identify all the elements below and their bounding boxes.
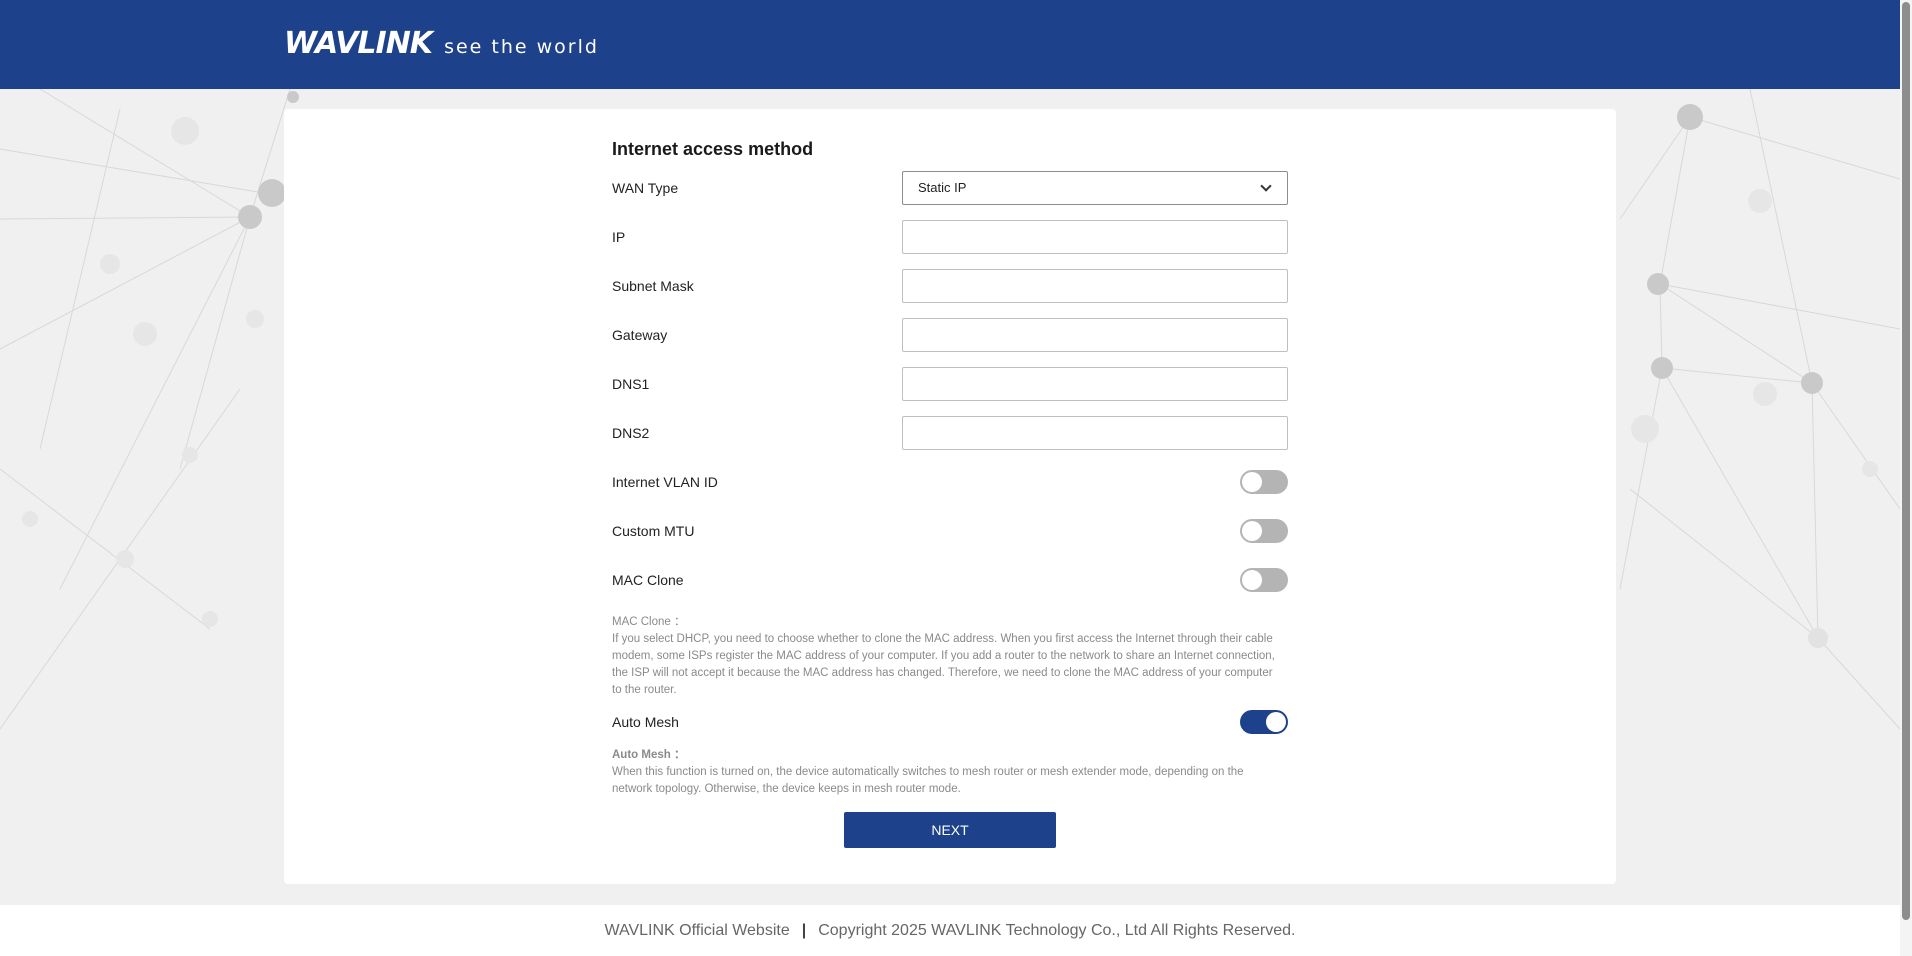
dns2-row: DNS2 [612,408,1288,457]
auto-mesh-note-title: Auto Mesh ： [612,749,686,761]
dns1-row: DNS1 [612,359,1288,408]
setup-card: Internet access method WAN Type Static I… [284,109,1616,884]
internet-vlan-row: Internet VLAN ID [612,457,1288,506]
auto-mesh-row: Auto Mesh [612,700,1288,744]
ip-label: IP [612,228,626,245]
mac-clone-note: MAC Clone ： If you select DHCP, you need… [612,604,1288,700]
page: WAVLINK see the world Internet access me… [0,0,1912,956]
logo-brand: WAVLINK [284,26,433,61]
wan-type-selected-value: Static IP [918,180,967,195]
wan-type-label: WAN Type [612,179,679,196]
ip-row: IP [612,212,1288,261]
wavlink-logo[interactable]: WAVLINK see the world [284,26,599,61]
gateway-label: Gateway [612,326,668,343]
mac-clone-row: MAC Clone [612,555,1288,604]
dns2-label: DNS2 [612,424,650,441]
toggle-knob [1242,569,1262,590]
dns1-label: DNS1 [612,375,650,392]
mac-clone-note-title: MAC Clone ： [612,616,686,628]
auto-mesh-label: Auto Mesh [612,714,679,730]
ip-input[interactable] [902,219,1288,254]
form-title: Internet access method [612,139,814,159]
next-button-wrap: NEXT [612,812,1288,848]
custom-mtu-label: Custom MTU [612,522,695,539]
dns2-input[interactable] [902,415,1288,450]
official-website-link[interactable]: WAVLINK Official Website [604,922,789,940]
top-header: WAVLINK see the world [0,0,1900,89]
mac-clone-note-text: If you select DHCP, you need to choose w… [612,633,1275,696]
chevron-down-icon [1260,179,1272,192]
mac-clone-label: MAC Clone [612,571,684,588]
wan-type-select[interactable]: Static IP [902,170,1288,205]
internet-vlan-toggle[interactable] [1240,469,1288,494]
gateway-input[interactable] [902,317,1288,352]
wan-type-row: WAN Type Static IP [612,163,1288,212]
toggle-knob [1242,520,1262,541]
subnet-mask-row: Subnet Mask [612,261,1288,310]
auto-mesh-note-text: When this function is turned on, the dev… [612,766,1244,795]
dns1-input[interactable] [902,366,1288,401]
footer-separator: | [801,921,807,939]
subnet-mask-input[interactable] [902,268,1288,303]
custom-mtu-row: Custom MTU [612,506,1288,555]
logo-tagline: see the world [444,36,599,58]
auto-mesh-note: Auto Mesh ： When this function is turned… [612,744,1288,804]
toggle-knob [1266,712,1286,732]
subnet-mask-label: Subnet Mask [612,277,694,294]
custom-mtu-toggle[interactable] [1240,518,1288,543]
toggle-knob [1242,471,1262,492]
auto-mesh-toggle[interactable] [1240,710,1288,734]
footer: WAVLINK Official Website | Copyright 202… [0,905,1900,956]
gateway-row: Gateway [612,310,1288,359]
scrollbar-thumb[interactable] [1902,2,1910,920]
mac-clone-toggle[interactable] [1240,567,1288,592]
internet-access-form: Internet access method WAN Type Static I… [612,135,1288,848]
page-scrollbar[interactable] [1900,0,1912,956]
next-button[interactable]: NEXT [844,812,1056,848]
internet-vlan-label: Internet VLAN ID [612,473,718,490]
copyright-text: Copyright 2025 WAVLINK Technology Co., L… [818,921,1296,939]
